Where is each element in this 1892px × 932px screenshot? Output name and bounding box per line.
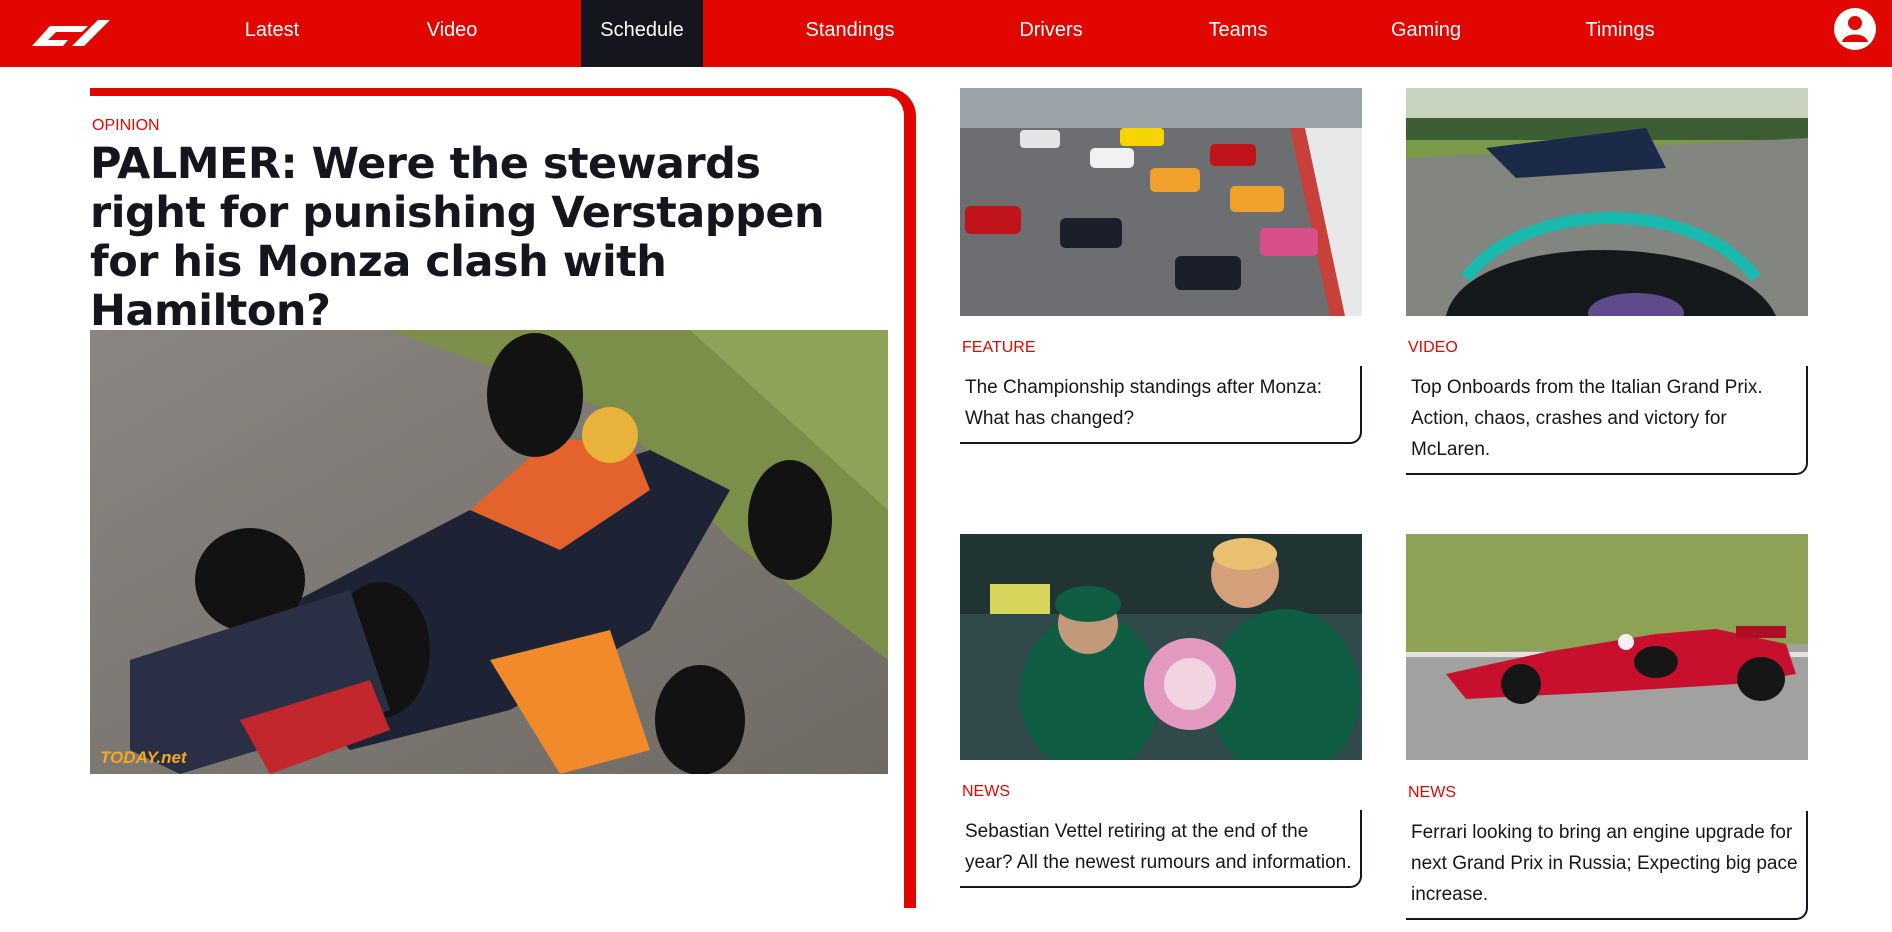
card-headline-ferrari[interactable]: Ferrari looking to bring an engine upgra… <box>1406 811 1808 920</box>
photo-credit: TODAY.net <box>100 748 187 767</box>
featured-article-tag: OPINION <box>92 117 160 134</box>
card-headline-standings[interactable]: The Championship standings after Monza: … <box>960 366 1362 444</box>
featured-article-title[interactable]: PALMER: Were the stewards right for puni… <box>90 140 890 336</box>
card-tag-feature: FEATURE <box>962 339 1036 356</box>
nav-latest[interactable]: Latest <box>222 0 322 67</box>
nav-video[interactable]: Video <box>402 0 502 67</box>
user-account-icon[interactable] <box>1832 6 1878 52</box>
card-tag-news-ferrari: NEWS <box>1408 784 1456 801</box>
nav-drivers[interactable]: Drivers <box>1000 0 1102 67</box>
card-image-ferrari[interactable] <box>1406 534 1808 760</box>
top-nav: Latest Video Schedule Standings Drivers … <box>0 0 1892 67</box>
card-tag-news-vettel: NEWS <box>962 783 1010 800</box>
nav-timings[interactable]: Timings <box>1568 0 1672 67</box>
card-image-standings[interactable] <box>960 88 1362 316</box>
card-headline-vettel[interactable]: Sebastian Vettel retiring at the end of … <box>960 810 1362 888</box>
nav-schedule[interactable]: Schedule <box>581 0 703 67</box>
f1-logo-icon[interactable] <box>28 12 112 54</box>
nav-gaming[interactable]: Gaming <box>1375 0 1477 67</box>
card-headline-onboards[interactable]: Top Onboards from the Italian Grand Prix… <box>1406 366 1808 475</box>
card-image-vettel[interactable] <box>960 534 1362 760</box>
card-tag-video: VIDEO <box>1408 339 1458 356</box>
card-image-onboards[interactable] <box>1406 88 1808 316</box>
nav-standings[interactable]: Standings <box>790 0 910 67</box>
featured-article-image[interactable]: TODAY.net <box>90 330 888 774</box>
nav-teams[interactable]: Teams <box>1190 0 1286 67</box>
